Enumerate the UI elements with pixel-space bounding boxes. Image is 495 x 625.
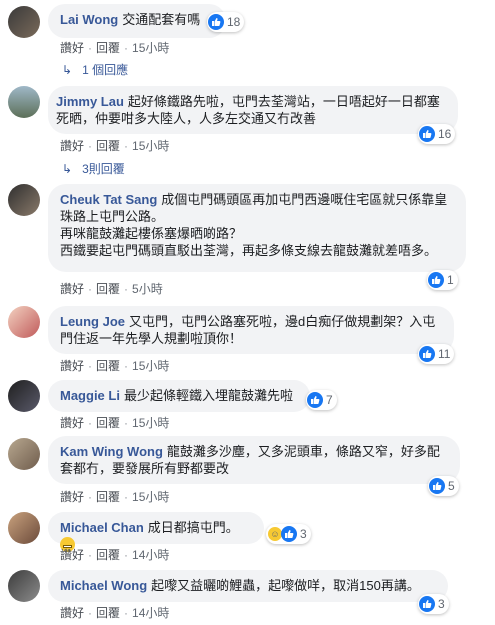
comment-actions: 讚好 · 回覆 · 14小時 — [60, 606, 170, 620]
thumbs-up-icon — [419, 126, 435, 142]
reaction-count[interactable]: 7 — [306, 390, 337, 410]
reaction-count[interactable]: 3 — [418, 594, 449, 614]
reaction-count[interactable]: 5 — [428, 476, 459, 496]
like-button[interactable]: 讚好 — [60, 548, 84, 562]
thumbs-up-icon — [428, 272, 444, 288]
replies-label[interactable]: 1 個回應 — [82, 61, 128, 78]
reaction-count[interactable]: ☺ 3 — [266, 524, 311, 544]
thumbs-up-icon — [307, 392, 323, 408]
avatar[interactable] — [8, 380, 40, 412]
timestamp[interactable]: 15小時 — [132, 416, 169, 430]
reply-button[interactable]: 回覆 — [96, 416, 120, 430]
thumbs-up-icon — [281, 526, 297, 542]
reply-button[interactable]: 回覆 — [96, 41, 120, 55]
comment-bubble: Leung Joe 又屯門，屯門公路塞死啦，邊d白痴仔做規劃架？入屯門住返一年先學… — [48, 306, 454, 354]
like-count: 7 — [326, 393, 333, 407]
reply-button[interactable]: 回覆 — [96, 282, 120, 296]
comment-actions: 讚好 · 回覆 · 15小時 — [60, 416, 170, 430]
thumbs-up-icon — [429, 478, 445, 494]
avatar[interactable] — [8, 512, 40, 544]
reaction-count[interactable]: 11 — [418, 344, 455, 364]
reply-button[interactable]: 回覆 — [96, 359, 120, 373]
like-button[interactable]: 讚好 — [60, 282, 84, 296]
comment-text: 最少起條輕鐵入埋龍鼓灘先啦 — [123, 388, 293, 403]
view-replies[interactable]: ↳ 1 個回應 — [62, 61, 128, 78]
avatar[interactable] — [8, 184, 40, 216]
timestamp[interactable]: 15小時 — [132, 139, 169, 153]
comment-author[interactable]: Jimmy Lau — [56, 94, 124, 109]
timestamp[interactable]: 15小時 — [132, 490, 169, 504]
reply-arrow-icon: ↳ — [62, 161, 73, 176]
reply-arrow-icon: ↳ — [62, 62, 73, 77]
thumbs-up-icon — [419, 596, 435, 612]
comment-actions: 讚好 · 回覆 · 15小時 — [60, 41, 170, 55]
comment-author[interactable]: Kam Wing Wong — [60, 444, 163, 459]
comment-text: 起嚟又益曬啲鯉蟲，起嚟做咩，取消150再講。 — [151, 578, 420, 593]
replies-label[interactable]: 3則回覆 — [82, 160, 125, 177]
reaction-count[interactable]: 16 — [418, 124, 456, 144]
reaction-count[interactable]: 18 — [207, 12, 245, 32]
like-count: 16 — [438, 127, 452, 141]
comment-author[interactable]: Cheuk Tat Sang — [60, 192, 157, 207]
comment-author[interactable]: Michael Wong — [60, 578, 147, 593]
comment-actions: 讚好 · 回覆 · 14小時 — [60, 548, 170, 562]
reply-button[interactable]: 回覆 — [96, 139, 120, 153]
reply-button[interactable]: 回覆 — [96, 490, 120, 504]
like-button[interactable]: 讚好 — [60, 606, 84, 620]
like-count: 11 — [438, 347, 451, 361]
like-button[interactable]: 讚好 — [60, 139, 84, 153]
like-count: 3 — [438, 597, 445, 611]
timestamp[interactable]: 14小時 — [132, 548, 169, 562]
thumbs-up-icon — [208, 14, 224, 30]
comment-bubble: Jimmy Lau 起好條鐵路先啦，屯門去荃灣站，一日唔起好一日都塞死晒，仲要咁多… — [48, 86, 458, 134]
like-count: 3 — [300, 527, 307, 541]
comment-author[interactable]: Michael Chan — [60, 520, 144, 535]
avatar[interactable] — [8, 570, 40, 602]
comment-bubble: Maggie Li 最少起條輕鐵入埋龍鼓灘先啦 — [48, 380, 310, 412]
avatar[interactable] — [8, 6, 40, 38]
view-replies[interactable]: ↳ 3則回覆 — [62, 160, 125, 177]
like-button[interactable]: 讚好 — [60, 490, 84, 504]
comment-bubble: Michael Chan 成日都搞屯門。 — [48, 512, 264, 552]
comment-author[interactable]: Leung Joe — [60, 314, 125, 329]
like-count: 1 — [447, 273, 454, 287]
like-count: 5 — [448, 479, 455, 493]
comment-actions: 讚好 · 回覆 · 15小時 — [60, 359, 170, 373]
timestamp[interactable]: 14小時 — [132, 606, 169, 620]
like-button[interactable]: 讚好 — [60, 359, 84, 373]
comment-bubble: Kam Wing Wong 龍鼓灘多沙塵，又多泥頭車，條路又窄，好多配套都冇，要發… — [48, 436, 460, 484]
avatar[interactable] — [8, 306, 40, 338]
comment-author[interactable]: Maggie Li — [60, 388, 120, 403]
like-count: 18 — [227, 15, 241, 29]
comment-bubble: Lai Wong 交通配套有嗎 — [48, 4, 226, 38]
comment-text: 交通配套有嗎 — [122, 12, 201, 27]
reply-button[interactable]: 回覆 — [96, 548, 120, 562]
like-button[interactable]: 讚好 — [60, 41, 84, 55]
timestamp[interactable]: 5小時 — [132, 282, 163, 296]
comment-text: 成日都搞屯門。 — [147, 520, 239, 535]
comment-author[interactable]: Lai Wong — [60, 12, 118, 27]
reaction-count[interactable]: 1 — [427, 270, 458, 290]
thumbs-up-icon — [419, 346, 435, 362]
avatar[interactable] — [8, 438, 40, 470]
comment-actions: 讚好 · 回覆 · 5小時 — [60, 282, 163, 296]
timestamp[interactable]: 15小時 — [132, 41, 169, 55]
reply-button[interactable]: 回覆 — [96, 606, 120, 620]
comment-bubble: Cheuk Tat Sang 成個屯門碼頭區再加屯門西邊嘅住宅區就只係靠皇珠路上屯… — [48, 184, 466, 272]
comment-actions: 讚好 · 回覆 · 15小時 — [60, 490, 170, 504]
comment-bubble: Michael Wong 起嚟又益曬啲鯉蟲，起嚟做咩，取消150再講。 — [48, 570, 448, 602]
comment-actions: 讚好 · 回覆 · 15小時 — [60, 139, 170, 153]
avatar[interactable] — [8, 86, 40, 118]
timestamp[interactable]: 15小時 — [132, 359, 169, 373]
like-button[interactable]: 讚好 — [60, 416, 84, 430]
